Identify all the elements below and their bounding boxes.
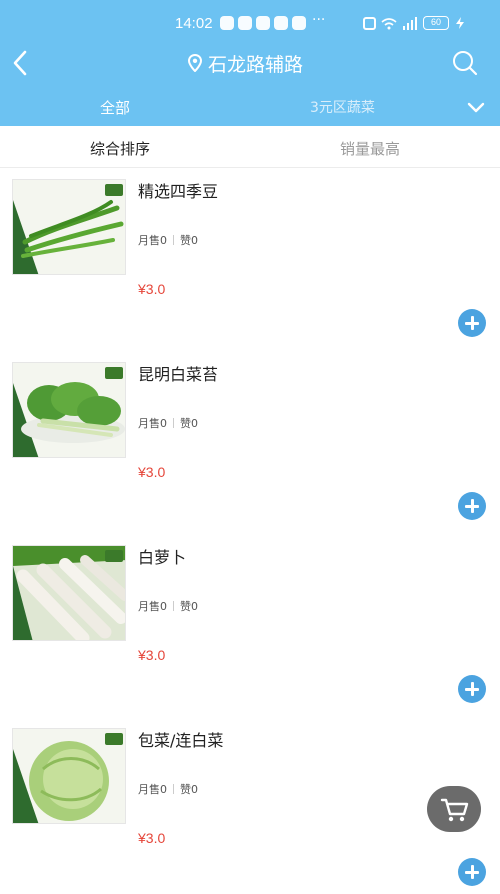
more-notifications: ··· [312, 12, 326, 28]
product-stats: 月售0 赞0 [138, 781, 198, 797]
divider [173, 784, 174, 794]
monthly-sales: 月售0 [138, 417, 167, 430]
chevron-left-icon [13, 50, 27, 76]
cart-button[interactable] [427, 786, 481, 832]
product-item[interactable]: 精选四季豆 月售0 赞0 ¥3.0 [0, 169, 500, 352]
location-label: 石龙路辅路 [208, 53, 304, 76]
sort-bar: 综合排序 销量最高 [0, 126, 500, 168]
product-image [12, 728, 126, 824]
search-icon [453, 51, 478, 76]
product-price: ¥3.0 [138, 464, 166, 480]
tab-all[interactable]: 全部 [100, 97, 130, 118]
product-stats: 月售0 赞0 [138, 415, 198, 431]
divider [173, 235, 174, 245]
monthly-sales: 月售0 [138, 234, 167, 247]
product-name: 包菜/连白菜 [138, 731, 224, 750]
sort-default-button[interactable]: 综合排序 [90, 138, 150, 159]
message-icon [238, 16, 252, 30]
alarm-icon [363, 16, 376, 30]
location-pin-icon [188, 54, 202, 72]
wifi-icon [381, 17, 397, 29]
search-button[interactable] [450, 48, 480, 78]
back-button[interactable] [6, 46, 36, 80]
product-image [12, 545, 126, 641]
product-name: 昆明白菜苔 [138, 365, 219, 384]
app-notification-icon [292, 16, 306, 30]
status-time: 14:02 [175, 15, 213, 32]
monthly-sales: 月售0 [138, 783, 167, 796]
likes-count: 赞0 [180, 783, 198, 796]
category-tabs: 全部 3元区蔬菜 [0, 92, 500, 124]
product-price: ¥3.0 [138, 830, 166, 846]
product-stats: 月售0 赞0 [138, 598, 198, 614]
cabbage-image [13, 729, 125, 823]
product-image [12, 362, 126, 458]
cart-icon [440, 798, 469, 822]
status-indicators: 60 [363, 16, 466, 30]
tab-3yuan-vegetables[interactable]: 3元区蔬菜 [310, 97, 375, 117]
choy-sum-image [13, 363, 125, 457]
product-stats: 月售0 赞0 [138, 232, 198, 248]
charging-icon [456, 17, 464, 29]
product-name: 精选四季豆 [138, 182, 219, 201]
product-price: ¥3.0 [138, 647, 166, 663]
expand-tabs-button[interactable] [464, 96, 488, 120]
app-notification-icon [256, 16, 270, 30]
product-price: ¥3.0 [138, 281, 166, 297]
product-name: 白萝卜 [138, 548, 187, 567]
likes-count: 赞0 [180, 234, 198, 247]
divider [173, 418, 174, 428]
add-to-cart-button[interactable] [458, 309, 486, 337]
signal-icon [403, 16, 417, 30]
likes-count: 赞0 [180, 417, 198, 430]
add-to-cart-button[interactable] [458, 675, 486, 703]
product-image [12, 179, 126, 275]
product-item[interactable]: 包菜/连白菜 月售0 赞0 ¥3.0 [0, 718, 500, 894]
location-selector[interactable]: 石龙路辅路 [188, 50, 303, 76]
divider [173, 601, 174, 611]
monthly-sales: 月售0 [138, 600, 167, 613]
white-radish-image [13, 546, 125, 640]
likes-count: 赞0 [180, 600, 198, 613]
status-bar: 14:02 ··· 60 [0, 8, 500, 38]
top-header: 14:02 ··· 60 石龙路辅路 全部 3元区蔬菜 [0, 0, 500, 126]
add-to-cart-button[interactable] [458, 858, 486, 886]
add-to-cart-button[interactable] [458, 492, 486, 520]
status-app-icons [220, 16, 306, 30]
sort-sales-button[interactable]: 销量最高 [340, 138, 400, 159]
battery-icon: 60 [423, 16, 449, 30]
product-item[interactable]: 昆明白菜苔 月售0 赞0 ¥3.0 [0, 352, 500, 535]
cloud-icon [274, 16, 288, 30]
app-notification-icon [220, 16, 234, 30]
chevron-down-icon [467, 102, 485, 113]
green-beans-image [13, 180, 125, 274]
product-item[interactable]: 白萝卜 月售0 赞0 ¥3.0 [0, 535, 500, 718]
